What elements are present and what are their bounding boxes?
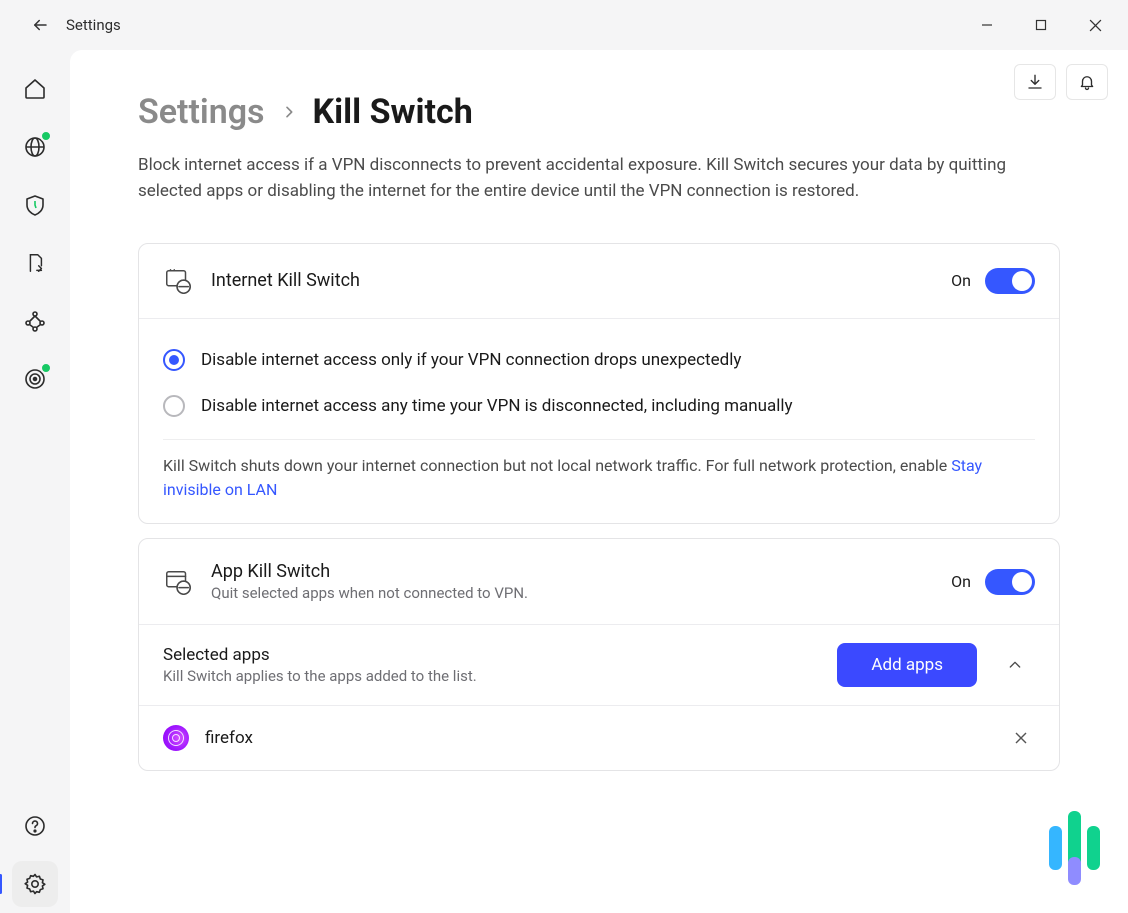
close-icon [1089, 19, 1102, 32]
download-icon [1026, 73, 1044, 91]
radio-icon [163, 349, 185, 371]
arrow-left-icon [31, 16, 49, 34]
gear-icon [23, 872, 47, 896]
selected-apps-header: Selected apps Kill Switch applies to the… [139, 624, 1059, 705]
chevron-up-icon [1007, 657, 1023, 673]
kill-switch-note-text: Kill Switch shuts down your internet con… [163, 456, 951, 475]
app-kill-switch-title: App Kill Switch [211, 561, 933, 582]
internet-kill-switch-title: Internet Kill Switch [211, 270, 933, 291]
window-title: Settings [66, 16, 121, 34]
app-kill-switch-state: On [951, 572, 971, 591]
app-kill-switch-icon [163, 567, 193, 597]
maximize-icon [1035, 19, 1047, 31]
remove-app-button[interactable] [1007, 724, 1035, 752]
internet-kill-switch-card: Internet Kill Switch On Disable internet… [138, 243, 1060, 525]
radio-icon [163, 395, 185, 417]
firefox-icon [163, 725, 189, 751]
window-maximize[interactable] [1014, 5, 1068, 45]
sidebar-item-target[interactable] [12, 356, 58, 402]
app-kill-switch-subtitle: Quit selected apps when not connected to… [211, 584, 933, 602]
kill-switch-mode-label-1: Disable internet access only if your VPN… [201, 350, 741, 370]
kill-switch-mode-label-2: Disable internet access any time your VP… [201, 396, 793, 416]
sidebar-item-help[interactable] [12, 803, 58, 849]
app-kill-switch-toggle[interactable] [985, 569, 1035, 595]
sidebar-item-home[interactable] [12, 66, 58, 112]
kill-switch-note: Kill Switch shuts down your internet con… [163, 454, 1035, 504]
kill-switch-mode-option-1[interactable]: Disable internet access only if your VPN… [163, 337, 1035, 383]
sidebar-item-protection[interactable] [12, 182, 58, 228]
app-row: firefox [139, 705, 1059, 770]
sidebar-item-file-share[interactable] [12, 240, 58, 286]
window-minimize[interactable] [960, 5, 1014, 45]
sidebar [0, 50, 70, 913]
page-title: Kill Switch [313, 92, 473, 132]
status-dot-icon [40, 130, 52, 142]
app-kill-switch-card: App Kill Switch Quit selected apps when … [138, 538, 1060, 771]
notifications-button[interactable] [1066, 64, 1108, 100]
back-button[interactable] [20, 16, 60, 34]
selected-apps-subtitle: Kill Switch applies to the apps added to… [163, 667, 819, 685]
page: Settings Kill Switch Block internet acce… [70, 50, 1128, 913]
assistant-icon [1049, 811, 1100, 885]
kill-switch-mode-option-2[interactable]: Disable internet access any time your VP… [163, 383, 1035, 429]
sidebar-item-settings[interactable] [12, 861, 58, 907]
collapse-apps-button[interactable] [995, 645, 1035, 685]
sidebar-item-mesh[interactable] [12, 298, 58, 344]
divider [163, 439, 1035, 440]
window-close[interactable] [1068, 5, 1122, 45]
status-dot-icon [40, 362, 52, 374]
assistant-button[interactable] [1049, 811, 1100, 885]
close-icon [1015, 732, 1027, 744]
help-icon [23, 814, 47, 838]
active-indicator [0, 874, 2, 894]
app-name: firefox [205, 728, 991, 748]
bell-icon [1078, 73, 1096, 91]
mesh-icon [23, 309, 47, 333]
internet-kill-switch-state: On [951, 271, 971, 290]
title-bar: Settings [0, 0, 1128, 50]
page-description: Block internet access if a VPN disconnec… [138, 152, 1038, 205]
kill-switch-icon [163, 266, 193, 296]
breadcrumb: Settings Kill Switch [138, 92, 1060, 132]
download-button[interactable] [1014, 64, 1056, 100]
breadcrumb-parent[interactable]: Settings [138, 92, 265, 132]
sidebar-item-vpn-globe[interactable] [12, 124, 58, 170]
shield-icon [23, 193, 47, 217]
selected-apps-title: Selected apps [163, 645, 819, 665]
minimize-icon [981, 19, 993, 31]
file-share-icon [24, 251, 46, 275]
chevron-right-icon [281, 101, 297, 123]
add-apps-button[interactable]: Add apps [837, 643, 977, 687]
internet-kill-switch-toggle[interactable] [985, 268, 1035, 294]
home-icon [23, 77, 47, 101]
